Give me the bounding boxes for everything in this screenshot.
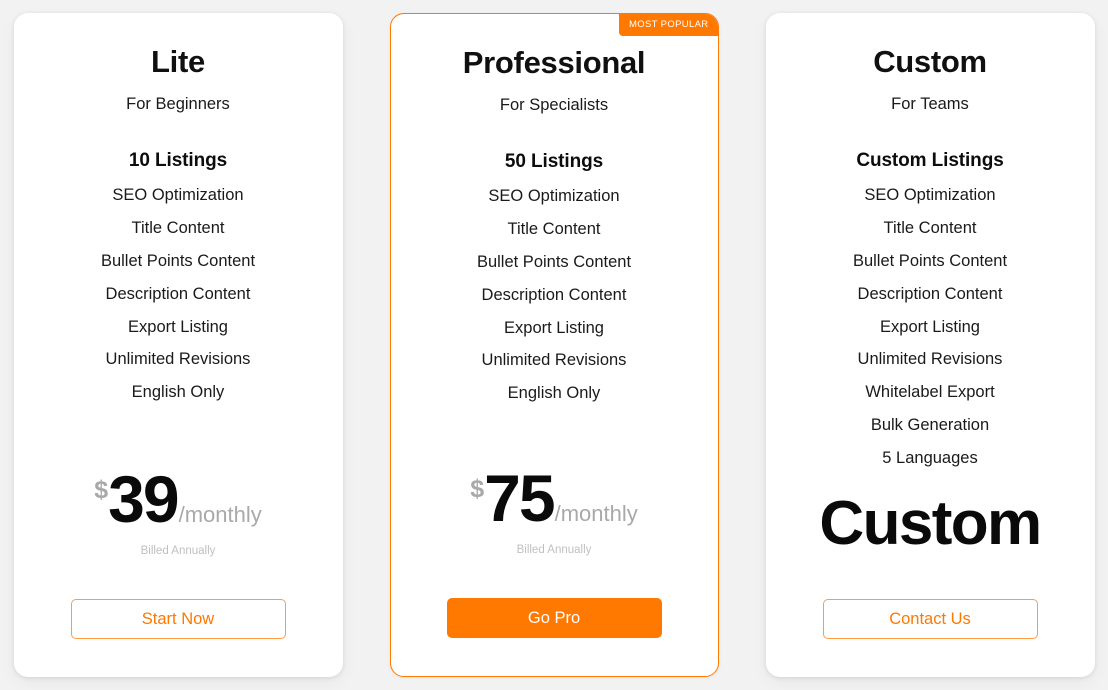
feature-item: Bullet Points Content — [100, 251, 256, 270]
feature-list-professional: 50 Listings SEO Optimization Title Conte… — [391, 144, 718, 410]
plan-card-custom: Custom For Teams Custom Listings SEO Opt… — [765, 13, 1095, 677]
plan-name-custom: Custom — [873, 44, 987, 79]
feature-item: Export Listing — [880, 317, 980, 336]
feature-item: Unlimited Revisions — [481, 351, 627, 370]
price-block-custom: Custom — [766, 493, 1095, 555]
feature-item: Unlimited Revisions — [857, 350, 1003, 369]
feature-item: English Only — [131, 383, 225, 402]
feature-item: Title Content — [507, 219, 601, 238]
price-row: $ 39 /monthly — [14, 466, 343, 532]
billing-period: /monthly — [554, 500, 638, 526]
feature-item: English Only — [507, 384, 601, 403]
plan-tagline-professional: For Specialists — [499, 95, 609, 114]
feature-item: Bullet Points Content — [852, 251, 1008, 270]
pricing-plans-grid: Lite For Beginners 10 Listings SEO Optim… — [0, 0, 1108, 690]
feature-headline: 50 Listings — [504, 150, 604, 172]
feature-item: Description Content — [105, 284, 251, 303]
feature-item: SEO Optimization — [488, 187, 620, 206]
price-amount: 75 — [484, 460, 555, 535]
feature-list-lite: 10 Listings SEO Optimization Title Conte… — [14, 143, 343, 409]
feature-headline: 10 Listings — [128, 149, 228, 171]
feature-item: Description Content — [857, 284, 1003, 303]
most-popular-badge: MOST POPULAR — [618, 14, 718, 36]
feature-list-custom: Custom Listings SEO Optimization Title C… — [766, 143, 1095, 475]
feature-item: Title Content — [131, 218, 225, 237]
plan-name-professional: Professional — [462, 45, 646, 80]
billing-note: Billed Annually — [516, 543, 592, 556]
feature-item: 5 Languages — [882, 449, 978, 468]
feature-item: Description Content — [481, 285, 627, 304]
price-amount: Custom — [819, 489, 1042, 558]
contact-us-button[interactable]: Contact Us — [822, 599, 1038, 639]
billing-note: Billed Annually — [140, 544, 216, 557]
go-pro-button[interactable]: Go Pro — [446, 598, 662, 638]
feature-item: Export Listing — [128, 317, 228, 336]
plan-name-lite: Lite — [151, 44, 205, 79]
feature-item: Bulk Generation — [870, 416, 990, 435]
feature-item: SEO Optimization — [112, 186, 244, 205]
price-block-lite: $ 39 /monthly Billed Annually — [14, 466, 343, 558]
price-block-professional: $ 75 /monthly Billed Annually — [391, 465, 718, 557]
feature-item: Bullet Points Content — [476, 252, 632, 271]
feature-item: Title Content — [883, 218, 977, 237]
currency-symbol: $ — [470, 474, 485, 503]
plan-tagline-custom: For Teams — [891, 94, 969, 113]
plan-card-lite: Lite For Beginners 10 Listings SEO Optim… — [13, 13, 343, 677]
feature-item: SEO Optimization — [864, 186, 996, 205]
billing-period: /monthly — [178, 501, 262, 527]
plan-tagline-lite: For Beginners — [126, 94, 230, 113]
feature-item: Unlimited Revisions — [105, 350, 251, 369]
price-row: $ 75 /monthly — [391, 465, 718, 531]
start-now-button[interactable]: Start Now — [70, 599, 286, 639]
feature-item: Export Listing — [504, 318, 604, 337]
feature-headline: Custom Listings — [856, 149, 1004, 171]
price-amount: 39 — [108, 461, 179, 536]
plan-card-professional: MOST POPULAR Professional For Specialist… — [389, 13, 719, 677]
currency-symbol: $ — [94, 475, 109, 504]
feature-item: Whitelabel Export — [865, 383, 995, 402]
